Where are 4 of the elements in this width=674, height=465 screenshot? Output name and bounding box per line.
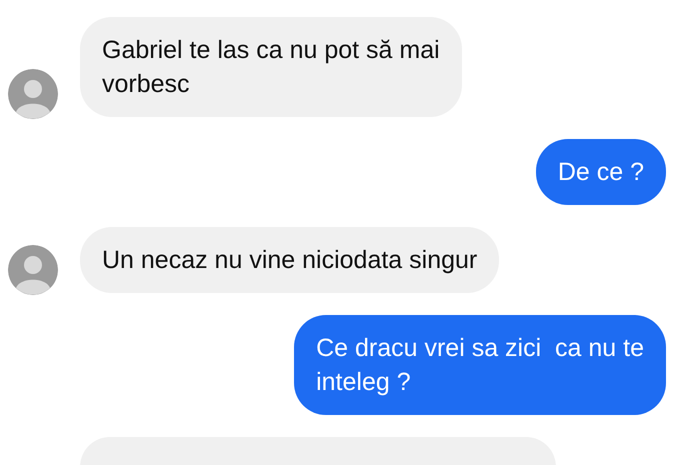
message-bubble: Gabriel te las ca nu pot să mai vorbesc (80, 17, 462, 117)
message-bubble: De ce ? (536, 139, 666, 205)
message-bubble: Ce dracu vrei sa zici ca nu te inteleg ? (294, 315, 666, 415)
message-bubble: Un necaz nu vine niciodata singur (80, 227, 500, 293)
